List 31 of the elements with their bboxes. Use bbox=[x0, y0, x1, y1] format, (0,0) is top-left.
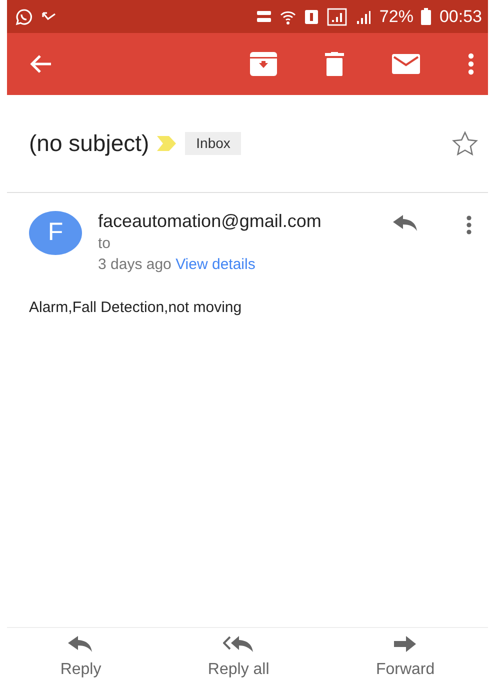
forward-button[interactable]: Forward bbox=[376, 628, 435, 687]
reply-all-button[interactable]: Reply all bbox=[208, 628, 270, 687]
mail-button[interactable] bbox=[392, 54, 420, 74]
delete-button[interactable] bbox=[325, 52, 344, 76]
reply-button[interactable] bbox=[393, 215, 418, 231]
message-body: Alarm,Fall Detection,not moving bbox=[28, 298, 243, 318]
archive-button[interactable] bbox=[250, 52, 277, 76]
subject-title: (no subject) bbox=[29, 129, 150, 158]
sender-address: faceautomation@gmail.com bbox=[98, 211, 322, 233]
signal-icon bbox=[327, 8, 348, 26]
message-time: 3 days ago bbox=[98, 256, 172, 273]
reply-arrow-icon bbox=[68, 636, 94, 652]
signal-icon bbox=[355, 8, 372, 24]
view-details-link[interactable]: View details bbox=[176, 256, 256, 273]
sim-icon bbox=[304, 8, 320, 24]
more-menu-button[interactable] bbox=[466, 215, 472, 235]
reply-all-arrow-icon bbox=[222, 636, 255, 652]
more-menu-button[interactable] bbox=[468, 53, 474, 75]
reply-button[interactable]: Reply bbox=[60, 628, 102, 687]
clock-time: 00:53 bbox=[439, 6, 482, 28]
label-tag: Inbox bbox=[185, 132, 242, 155]
sender-avatar: F bbox=[29, 211, 82, 255]
back-button[interactable] bbox=[29, 53, 53, 75]
wifi-icon bbox=[280, 8, 296, 24]
battery-icon bbox=[421, 8, 432, 25]
forward-arrow-icon bbox=[394, 636, 416, 652]
chat-app-icon bbox=[15, 8, 33, 26]
battery-percent: 72% bbox=[379, 6, 414, 28]
recipient-text: to bbox=[98, 234, 112, 254]
star-button[interactable] bbox=[452, 131, 478, 156]
missed-call-icon bbox=[41, 10, 57, 22]
